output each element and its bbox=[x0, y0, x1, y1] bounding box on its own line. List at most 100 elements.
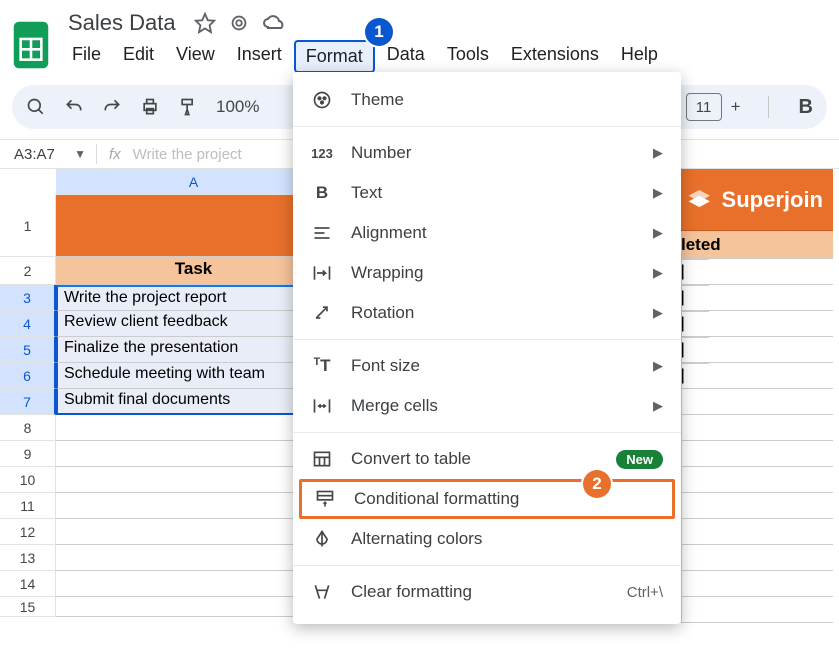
row-header-1[interactable]: 1 bbox=[0, 195, 56, 257]
cell-right-13[interactable] bbox=[681, 597, 833, 623]
cell-right-3[interactable] bbox=[681, 337, 833, 363]
document-title[interactable]: Sales Data bbox=[62, 8, 182, 38]
submenu-arrow-icon: ▶ bbox=[653, 225, 663, 241]
column-header-A[interactable]: A bbox=[56, 169, 332, 195]
column-header-completed: leted bbox=[681, 231, 833, 259]
menu-item-rotation[interactable]: Rotation▶ bbox=[293, 293, 681, 333]
submenu-arrow-icon: ▶ bbox=[653, 358, 663, 374]
cell-right-11[interactable] bbox=[681, 545, 833, 571]
row-header-7[interactable]: 7 bbox=[0, 389, 56, 415]
move-icon[interactable] bbox=[228, 12, 250, 34]
menu-item-text[interactable]: BText▶ bbox=[293, 173, 681, 213]
new-badge: New bbox=[616, 450, 663, 469]
cell-right-12[interactable] bbox=[681, 571, 833, 597]
bold-button[interactable]: B bbox=[799, 96, 813, 119]
menu-item-label: Alignment bbox=[351, 223, 427, 243]
menu-data[interactable]: Data bbox=[377, 40, 435, 73]
cell-A6[interactable]: Schedule meeting with team bbox=[56, 363, 332, 389]
menu-item-theme[interactable]: Theme bbox=[293, 80, 681, 120]
menu-item-label: Font size bbox=[351, 356, 420, 376]
cell-A9[interactable] bbox=[56, 441, 332, 467]
sheets-logo[interactable] bbox=[12, 8, 50, 75]
row-header-3[interactable]: 3 bbox=[0, 285, 56, 311]
row-header-4[interactable]: 4 bbox=[0, 311, 56, 337]
number-icon: 123 bbox=[311, 146, 333, 161]
cell-A12[interactable] bbox=[56, 519, 332, 545]
cell-right-8[interactable] bbox=[681, 467, 833, 493]
menu-item-label: Convert to table bbox=[351, 449, 471, 469]
print-icon[interactable] bbox=[140, 97, 160, 117]
menu-item-clear-formatting[interactable]: Clear formattingCtrl+\ bbox=[293, 572, 681, 612]
menu-file[interactable]: File bbox=[62, 40, 111, 73]
cell-A13[interactable] bbox=[56, 545, 332, 571]
cell-A11[interactable] bbox=[56, 493, 332, 519]
menu-tools[interactable]: Tools bbox=[437, 40, 499, 73]
condfmt-icon bbox=[314, 489, 336, 509]
cell-right-0[interactable] bbox=[681, 259, 833, 285]
row-header-8[interactable]: 8 bbox=[0, 415, 56, 441]
undo-icon[interactable] bbox=[64, 97, 84, 117]
menu-item-number[interactable]: 123Number▶ bbox=[293, 133, 681, 173]
row-header-15[interactable]: 15 bbox=[0, 597, 56, 617]
menu-item-alternating-colors[interactable]: Alternating colors bbox=[293, 519, 681, 559]
cell-A10[interactable] bbox=[56, 467, 332, 493]
menu-item-label: Conditional formatting bbox=[354, 489, 519, 509]
menu-insert[interactable]: Insert bbox=[227, 40, 292, 73]
paint-format-icon[interactable] bbox=[178, 97, 198, 117]
menu-item-label: Number bbox=[351, 143, 411, 163]
row-header-6[interactable]: 6 bbox=[0, 363, 56, 389]
merge-icon bbox=[311, 396, 333, 416]
cell-right-9[interactable] bbox=[681, 493, 833, 519]
cell-A3[interactable]: Write the project report bbox=[56, 285, 332, 311]
cloud-status-icon[interactable] bbox=[262, 11, 286, 35]
menu-edit[interactable]: Edit bbox=[113, 40, 164, 73]
zoom-dropdown[interactable]: 100% bbox=[216, 97, 259, 117]
cell-A15[interactable] bbox=[56, 597, 332, 617]
toolbar-separator bbox=[768, 96, 769, 118]
menu-help[interactable]: Help bbox=[611, 40, 668, 73]
row-header-11[interactable]: 11 bbox=[0, 493, 56, 519]
cell-right-2[interactable] bbox=[681, 311, 833, 337]
formula-bar[interactable]: Write the project bbox=[133, 146, 242, 163]
menu-item-label: Merge cells bbox=[351, 396, 438, 416]
cell-A5[interactable]: Finalize the presentation bbox=[56, 337, 332, 363]
menu-extensions[interactable]: Extensions bbox=[501, 40, 609, 73]
menu-item-alignment[interactable]: Alignment ▶ bbox=[293, 213, 681, 253]
cell-A2[interactable]: Task bbox=[56, 257, 332, 285]
row-header-14[interactable]: 14 bbox=[0, 571, 56, 597]
redo-icon[interactable] bbox=[102, 97, 122, 117]
cell-right-1[interactable] bbox=[681, 285, 833, 311]
font-size-input[interactable]: 11 bbox=[686, 93, 722, 121]
cell-right-5[interactable] bbox=[681, 389, 833, 415]
star-icon[interactable] bbox=[194, 12, 216, 34]
row-header-13[interactable]: 13 bbox=[0, 545, 56, 571]
cell-A7[interactable]: Submit final documents bbox=[56, 389, 332, 415]
cell-right-4[interactable] bbox=[681, 363, 833, 389]
row-header-2[interactable]: 2 bbox=[0, 257, 56, 285]
annotation-callout-1: 1 bbox=[365, 18, 393, 46]
cell-right-10[interactable] bbox=[681, 519, 833, 545]
menu-item-merge-cells[interactable]: Merge cells▶ bbox=[293, 386, 681, 426]
menu-format[interactable]: Format bbox=[294, 40, 375, 73]
cell-right-7[interactable] bbox=[681, 441, 833, 467]
row-header-12[interactable]: 12 bbox=[0, 519, 56, 545]
menu-item-font-size[interactable]: TT Font size ▶ bbox=[293, 346, 681, 386]
cell-A1[interactable] bbox=[56, 195, 332, 257]
row-header-9[interactable]: 9 bbox=[0, 441, 56, 467]
cell-A8[interactable] bbox=[56, 415, 332, 441]
menu-item-wrapping[interactable]: Wrapping▶ bbox=[293, 253, 681, 293]
menu-item-conditional-formatting[interactable]: Conditional formatting bbox=[299, 479, 675, 519]
row-header-10[interactable]: 10 bbox=[0, 467, 56, 493]
cell-right-6[interactable] bbox=[681, 415, 833, 441]
search-icon[interactable] bbox=[26, 97, 46, 117]
font-size-increase[interactable]: + bbox=[722, 93, 750, 121]
cell-A14[interactable] bbox=[56, 571, 332, 597]
hotkey-label: Ctrl+\ bbox=[627, 584, 663, 601]
cell-A4[interactable]: Review client feedback bbox=[56, 311, 332, 337]
fontsize-icon: TT bbox=[311, 356, 333, 376]
menu-item-convert-to-table[interactable]: Convert to table New bbox=[293, 439, 681, 479]
text-icon: B bbox=[311, 183, 333, 203]
row-header-5[interactable]: 5 bbox=[0, 337, 56, 363]
name-box[interactable]: A3:A7 ▼ bbox=[0, 146, 96, 163]
menu-view[interactable]: View bbox=[166, 40, 225, 73]
